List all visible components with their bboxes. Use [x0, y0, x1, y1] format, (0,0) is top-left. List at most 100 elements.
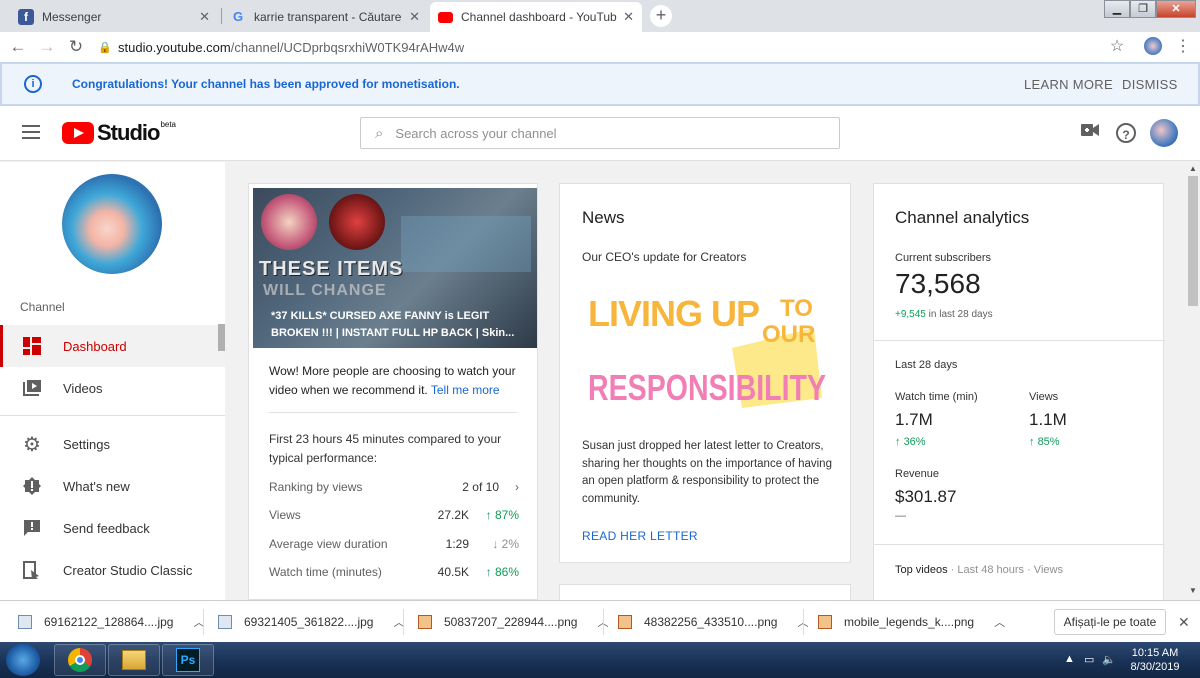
- bookmark-star-icon[interactable]: ☆: [1106, 36, 1128, 58]
- browser-tab-messenger[interactable]: f Messenger ✕: [10, 2, 218, 32]
- sidebar-scrollbar[interactable]: [218, 324, 225, 351]
- back-icon[interactable]: ←: [7, 36, 29, 58]
- video-thumbnail[interactable]: THESE ITEMS WILL CHANGE *37 KILLS* CURSE…: [253, 188, 537, 348]
- download-item[interactable]: 69162122_128864....jpg ︿: [18, 601, 204, 643]
- show-all-downloads-button[interactable]: Afișați-le pe toate: [1054, 609, 1166, 635]
- learn-more-button[interactable]: LEARN MORE: [1024, 77, 1113, 92]
- news-subtitle: Our CEO's update for Creators: [582, 250, 747, 264]
- monetisation-banner: i Congratulations! Your channel has been…: [0, 62, 1200, 106]
- sidebar-item-dashboard[interactable]: Dashboard: [0, 325, 225, 367]
- download-item[interactable]: 69321405_361822....jpg ︿: [218, 601, 404, 643]
- browser-tab-google[interactable]: G karrie transparent - Căutare Goo ✕: [222, 2, 428, 32]
- window-close-button[interactable]: ✕: [1156, 0, 1196, 18]
- address-bar[interactable]: 🔒 studio.youtube.com/channel/UCDprbqsrxh…: [94, 35, 1134, 59]
- image-file-icon: [418, 615, 432, 629]
- sidebar-item-videos[interactable]: Videos: [0, 367, 225, 409]
- chevron-right-icon: ›: [515, 480, 519, 494]
- close-icon[interactable]: ✕: [409, 9, 420, 25]
- subscribers-gain: +9,545 in last 28 days: [895, 309, 993, 320]
- sidebar-item-send-feedback[interactable]: Send feedback: [0, 507, 225, 549]
- watch-time-value: 1.7M: [895, 410, 933, 429]
- period-label: Last 28 days: [895, 359, 958, 371]
- reload-icon[interactable]: ↻: [65, 36, 87, 58]
- download-item[interactable]: 50837207_228944....png ︿: [418, 601, 608, 643]
- sidebar-item-settings[interactable]: ⚙ Settings: [0, 423, 225, 465]
- start-button[interactable]: [6, 644, 40, 676]
- top-videos-meta: · Last 48 hours · Views: [950, 564, 1063, 576]
- close-icon[interactable]: ✕: [199, 9, 210, 25]
- stat-delta: ↑ 87%: [469, 508, 519, 522]
- youtube-studio-logo[interactable]: Studio beta: [62, 120, 176, 146]
- sidebar-item-creator-studio-classic[interactable]: Creator Studio Classic: [0, 549, 225, 591]
- feedback-icon: [22, 518, 42, 538]
- sidebar-divider: [0, 415, 225, 416]
- hero-portrait: [261, 194, 317, 250]
- hamburger-menu-icon[interactable]: [22, 125, 40, 139]
- volume-icon[interactable]: 🔈: [1102, 653, 1116, 666]
- video-title[interactable]: *37 KILLS* CURSED AXE FANNY is LEGIT BRO…: [271, 308, 521, 342]
- image-text-our: OUR: [762, 321, 815, 348]
- stat-delta-value: 87%: [494, 508, 519, 522]
- image-file-icon: [618, 615, 632, 629]
- revenue-value: $301.87: [895, 487, 957, 506]
- channel-avatar[interactable]: [62, 174, 162, 274]
- search-input[interactable]: [395, 125, 796, 141]
- url-path: /channel/UCDprbqsrxhiW0TK94rAHw4w: [230, 39, 465, 55]
- read-her-letter-link[interactable]: READ HER LETTER: [582, 529, 698, 543]
- dismiss-button[interactable]: DISMISS: [1122, 77, 1178, 92]
- taskbar-photoshop[interactable]: Ps: [162, 644, 214, 676]
- help-icon[interactable]: ?: [1116, 123, 1136, 143]
- latest-video-card: THESE ITEMS WILL CHANGE *37 KILLS* CURSE…: [248, 183, 538, 600]
- gear-icon: ⚙: [23, 433, 41, 456]
- profile-avatar-icon[interactable]: [1144, 37, 1162, 55]
- minimize-button[interactable]: ▁: [1104, 0, 1130, 18]
- image-text-responsibility: RESPONSIBILITY: [588, 367, 826, 408]
- image-file-icon: [818, 615, 832, 629]
- create-video-icon[interactable]: [1078, 121, 1102, 145]
- tray-expand-icon[interactable]: ▲: [1064, 653, 1075, 665]
- new-tab-button[interactable]: +: [650, 5, 672, 27]
- download-item[interactable]: 48382256_433510....png ︿: [618, 601, 808, 643]
- stat-value: 27.2K: [437, 508, 469, 522]
- search-icon: ⌕: [375, 124, 384, 142]
- card-divider: [269, 412, 517, 413]
- tell-me-more-link[interactable]: Tell me more: [431, 383, 500, 397]
- network-icon[interactable]: ▭: [1084, 653, 1094, 666]
- browser-tab-youtube-studio[interactable]: Channel dashboard - YouTube St ✕: [430, 2, 642, 32]
- channel-analytics-card: Channel analytics Current subscribers 73…: [873, 183, 1164, 603]
- account-avatar[interactable]: [1150, 119, 1178, 147]
- tab-title: Messenger: [42, 10, 102, 24]
- scroll-up-icon[interactable]: ▲: [1186, 164, 1200, 173]
- subscribers-gain-suffix: in last 28 days: [928, 309, 993, 320]
- menu-dots-icon[interactable]: ⋮: [1172, 36, 1194, 58]
- sidebar-item-label: Send feedback: [63, 520, 150, 536]
- forward-icon[interactable]: →: [36, 36, 58, 58]
- stat-delta-value: 2%: [501, 537, 519, 551]
- sidebar-item-label: Dashboard: [63, 338, 127, 354]
- scroll-down-icon[interactable]: ▼: [1186, 586, 1200, 595]
- top-videos-heading: Top videos · Last 48 hours · Views: [895, 564, 1063, 576]
- taskbar-explorer[interactable]: [108, 644, 160, 676]
- taskbar-chrome[interactable]: [54, 644, 106, 676]
- close-icon[interactable]: ✕: [623, 9, 634, 25]
- subscribers-value: 73,568: [895, 268, 981, 299]
- stat-label: Views: [269, 508, 301, 522]
- arrow-up-icon: ↑: [895, 436, 901, 448]
- chevron-up-icon[interactable]: ︿: [994, 614, 1005, 630]
- classic-icon: [22, 560, 42, 580]
- close-icon[interactable]: ✕: [1178, 614, 1190, 631]
- watch-time-label: Watch time (min): [895, 391, 978, 403]
- system-clock[interactable]: 10:15 AM 8/30/2019: [1120, 646, 1190, 674]
- videos-icon: [22, 378, 42, 398]
- scrollbar-thumb[interactable]: [1188, 176, 1198, 306]
- stat-value: 2 of 10: [462, 480, 499, 494]
- card-divider: [874, 340, 1163, 341]
- news-card: News Our CEO's update for Creators LIVIN…: [559, 183, 851, 563]
- news-image[interactable]: LIVING UP TO OUR RESPONSIBILITY: [582, 288, 830, 414]
- download-item[interactable]: mobile_legends_k....png ︿: [818, 601, 1005, 643]
- download-divider: [803, 609, 804, 635]
- maximize-button[interactable]: ❐: [1130, 0, 1156, 18]
- page-scrollbar[interactable]: ▲ ▼: [1186, 162, 1200, 600]
- stat-row-ranking[interactable]: Ranking by views 2 of 10 ›: [269, 477, 519, 497]
- sidebar-item-whats-new[interactable]: What's new: [0, 465, 225, 507]
